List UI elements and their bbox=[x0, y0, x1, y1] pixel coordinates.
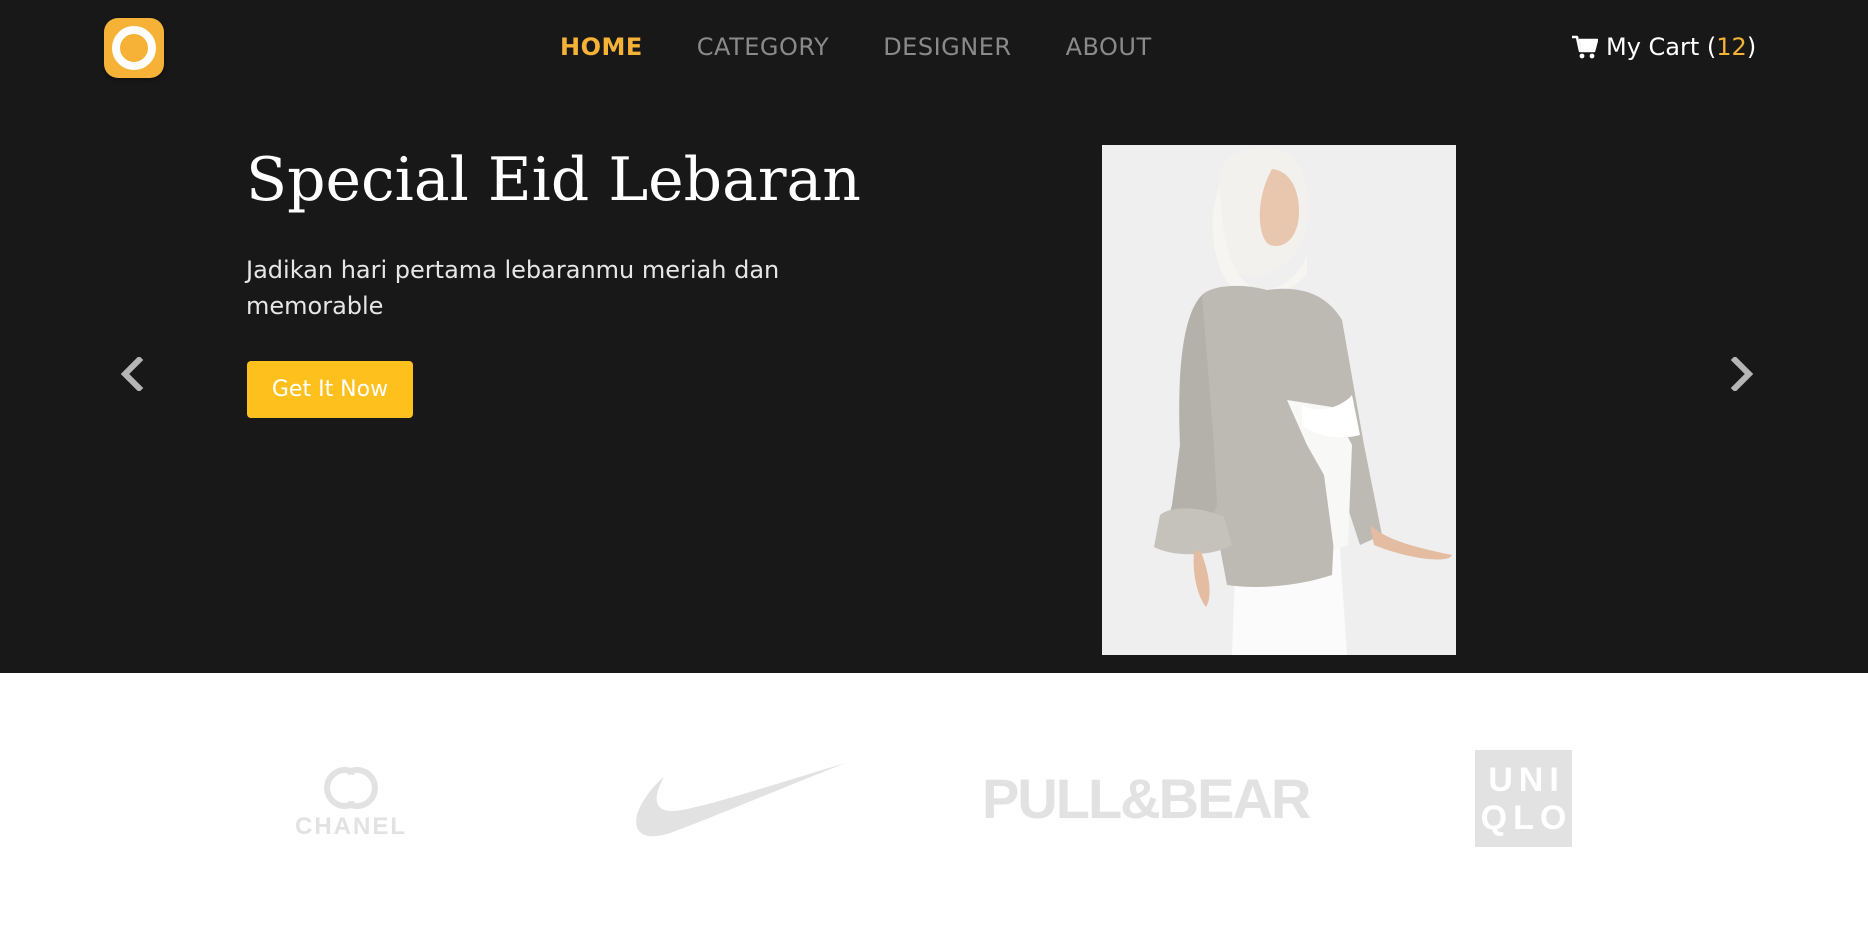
hero-title: Special Eid Lebaran bbox=[246, 145, 861, 215]
get-it-now-button[interactable]: Get It Now bbox=[247, 361, 413, 418]
main-nav: HOME CATEGORY DESIGNER ABOUT bbox=[560, 30, 1206, 64]
pullbear-logo[interactable]: PULL&BEAR bbox=[982, 769, 1311, 829]
hero-subtitle: Jadikan hari pertama lebaranmu meriah da… bbox=[246, 256, 780, 320]
chanel-logo[interactable]: CHANEL bbox=[295, 763, 407, 843]
uniqlo-line2: QLO bbox=[1480, 798, 1573, 837]
cart-count: 12 bbox=[1716, 33, 1747, 61]
carousel-prev-button[interactable] bbox=[114, 354, 150, 394]
brand-logos-strip: CHANEL PULL&BEAR UNI QLO bbox=[0, 673, 1868, 928]
nav-home[interactable]: HOME bbox=[560, 30, 643, 64]
logo[interactable] bbox=[104, 18, 164, 78]
chevron-right-icon bbox=[1730, 357, 1754, 391]
logo-ring-icon bbox=[112, 26, 156, 70]
nike-logo[interactable] bbox=[634, 761, 848, 841]
cart-icon bbox=[1572, 35, 1598, 59]
cart-label-close: ) bbox=[1746, 33, 1757, 61]
cart-link[interactable]: My Cart (12) bbox=[1572, 30, 1756, 64]
chanel-cc-icon bbox=[324, 767, 378, 809]
chevron-left-icon bbox=[120, 357, 144, 391]
hero-banner: HOME CATEGORY DESIGNER ABOUT My Cart (12… bbox=[0, 0, 1868, 673]
carousel-next-button[interactable] bbox=[1724, 354, 1760, 394]
hero-product-image bbox=[1102, 145, 1456, 655]
nav-category[interactable]: CATEGORY bbox=[697, 30, 829, 64]
uniqlo-line1: UNI bbox=[1488, 760, 1565, 799]
nav-about[interactable]: ABOUT bbox=[1066, 30, 1152, 64]
uniqlo-logo[interactable]: UNI QLO bbox=[1475, 750, 1572, 847]
cart-label: My Cart ( bbox=[1606, 33, 1717, 61]
nav-designer[interactable]: DESIGNER bbox=[883, 30, 1011, 64]
chanel-wordmark: CHANEL bbox=[295, 813, 407, 840]
nike-swoosh-icon bbox=[636, 763, 846, 837]
